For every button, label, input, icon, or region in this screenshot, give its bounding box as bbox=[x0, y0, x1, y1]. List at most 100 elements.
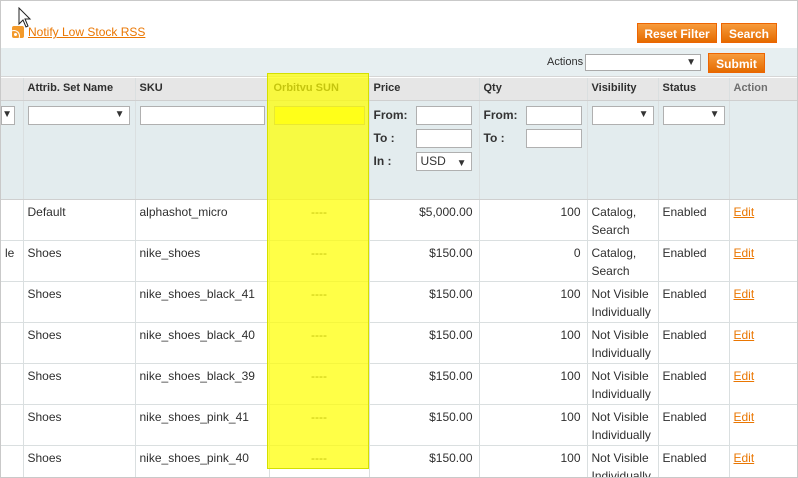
chevron-down-icon: ▼ bbox=[638, 108, 649, 120]
type-filter-select[interactable]: ▼ bbox=[1, 105, 15, 125]
table-row[interactable]: Shoes nike_shoes_black_39 ---- $150.00 1… bbox=[1, 363, 797, 405]
cell-visibility: Not Visible Individually bbox=[587, 404, 659, 446]
price-from-input[interactable] bbox=[415, 105, 472, 125]
cell-sku: nike_shoes_black_41 bbox=[135, 281, 270, 323]
chevron-down-icon: ▼ bbox=[686, 57, 696, 68]
cell-type bbox=[1, 199, 24, 241]
cell-action: Edit bbox=[729, 445, 797, 477]
cell-price: $150.00 bbox=[369, 281, 480, 323]
column-header-sku[interactable]: SKU bbox=[135, 78, 270, 101]
price-from-label: From: bbox=[373, 108, 408, 122]
cell-sku: nike_shoes_pink_40 bbox=[135, 445, 270, 477]
status-filter-select[interactable]: ▼ bbox=[662, 105, 725, 125]
cell-qty: 100 bbox=[479, 199, 588, 241]
table-row[interactable]: Shoes nike_shoes_pink_40 ---- $150.00 10… bbox=[1, 445, 797, 478]
currency-select[interactable]: USD ▼ bbox=[415, 151, 472, 171]
qty-from-input[interactable] bbox=[525, 105, 582, 125]
cell-visibility: Catalog, Search bbox=[587, 199, 659, 241]
cell-type bbox=[1, 445, 24, 477]
products-grid-table: Attrib. Set Name SKU Orbitvu SUN Price Q… bbox=[1, 78, 797, 478]
table-row[interactable]: Shoes nike_shoes_pink_41 ---- $150.00 10… bbox=[1, 404, 797, 446]
cell-price: $150.00 bbox=[369, 404, 480, 446]
qty-from-label: From: bbox=[483, 108, 518, 122]
cell-sku: alphashot_micro bbox=[135, 199, 270, 241]
chevron-down-icon: ▼ bbox=[709, 108, 720, 120]
cell-status: Enabled bbox=[658, 445, 730, 477]
price-from-row: From: bbox=[373, 105, 475, 125]
edit-link[interactable]: Edit bbox=[734, 205, 755, 219]
cell-attrib-set: Shoes bbox=[23, 445, 136, 477]
cell-type bbox=[1, 322, 24, 364]
attrib-set-filter-select[interactable]: ▼ bbox=[27, 105, 130, 125]
cell-status: Enabled bbox=[658, 199, 730, 241]
search-button[interactable]: Search bbox=[721, 23, 777, 43]
cell-attrib-set: Shoes bbox=[23, 404, 136, 446]
cell-visibility: Catalog, Search bbox=[587, 240, 659, 282]
cell-qty: 0 bbox=[479, 240, 588, 282]
rss-icon bbox=[12, 26, 24, 38]
cell-attrib-set: Shoes bbox=[23, 281, 136, 323]
column-header-price[interactable]: Price bbox=[369, 78, 480, 101]
cell-sku: nike_shoes_black_40 bbox=[135, 322, 270, 364]
column-header-qty[interactable]: Qty bbox=[479, 78, 588, 101]
cell-orbitvu: ---- bbox=[269, 445, 370, 477]
cell-attrib-set: Shoes bbox=[23, 240, 136, 282]
visibility-line2: Search bbox=[591, 222, 630, 237]
visibility-line2: Individually bbox=[591, 304, 651, 319]
cell-qty: 100 bbox=[479, 363, 588, 405]
qty-to-row: To : bbox=[484, 128, 583, 148]
chevron-down-icon: ▼ bbox=[456, 157, 467, 169]
visibility-line1: Not Visible bbox=[591, 286, 649, 301]
cell-action: Edit bbox=[729, 199, 797, 241]
cell-price: $150.00 bbox=[369, 240, 480, 282]
column-header-status[interactable]: Status bbox=[658, 78, 730, 101]
column-header-orbitvu[interactable]: Orbitvu SUN bbox=[269, 78, 370, 101]
column-header-type[interactable] bbox=[1, 78, 24, 101]
table-row[interactable]: le Shoes nike_shoes ---- $150.00 0 Catal… bbox=[1, 240, 797, 282]
edit-link[interactable]: Edit bbox=[734, 410, 755, 424]
edit-link[interactable]: Edit bbox=[734, 451, 755, 465]
cell-attrib-set: Shoes bbox=[23, 322, 136, 364]
cell-price: $150.00 bbox=[369, 445, 480, 477]
cell-sku: nike_shoes bbox=[135, 240, 270, 282]
table-row[interactable]: Default alphashot_micro ---- $5,000.00 1… bbox=[1, 199, 797, 241]
cell-action: Edit bbox=[729, 322, 797, 364]
cell-sku: nike_shoes_black_39 bbox=[135, 363, 270, 405]
visibility-filter-select[interactable]: ▼ bbox=[591, 105, 654, 125]
table-row[interactable]: Shoes nike_shoes_black_40 ---- $150.00 1… bbox=[1, 322, 797, 364]
submit-button[interactable]: Submit bbox=[708, 53, 765, 73]
column-header-action: Action bbox=[729, 78, 797, 101]
cell-qty: 100 bbox=[479, 322, 588, 364]
chevron-down-icon: ▼ bbox=[2, 108, 12, 120]
edit-link[interactable]: Edit bbox=[734, 287, 755, 301]
cell-price: $150.00 bbox=[369, 363, 480, 405]
cell-qty: 100 bbox=[479, 404, 588, 446]
notify-low-stock-rss-link[interactable]: Notify Low Stock RSS bbox=[12, 25, 145, 39]
actions-select[interactable]: ▼ bbox=[585, 54, 701, 71]
visibility-line2: Individually bbox=[591, 468, 651, 478]
edit-link[interactable]: Edit bbox=[734, 369, 755, 383]
visibility-line1: Not Visible bbox=[591, 368, 649, 383]
qty-to-input[interactable] bbox=[525, 128, 582, 148]
price-to-input[interactable] bbox=[415, 128, 472, 148]
cell-status: Enabled bbox=[658, 404, 730, 446]
cell-type bbox=[1, 404, 24, 446]
cell-type: le bbox=[1, 240, 24, 282]
table-row[interactable]: Shoes nike_shoes_black_41 ---- $150.00 1… bbox=[1, 281, 797, 323]
cell-orbitvu: ---- bbox=[269, 281, 370, 323]
cell-visibility: Not Visible Individually bbox=[587, 445, 659, 478]
reset-filter-button[interactable]: Reset Filter bbox=[637, 23, 717, 43]
visibility-line1: Not Visible bbox=[591, 327, 649, 342]
cell-orbitvu: ---- bbox=[269, 199, 370, 241]
visibility-line2: Individually bbox=[591, 427, 651, 442]
price-to-row: To : bbox=[374, 128, 475, 148]
cell-attrib-set: Shoes bbox=[23, 363, 136, 405]
sku-filter-input[interactable] bbox=[139, 105, 265, 125]
grid-filter-row: ▼ ▼ From: To : In: USD ▼ From: To: ▼ ▼ bbox=[1, 100, 797, 200]
column-header-attrib-set[interactable]: Attrib. Set Name bbox=[23, 78, 136, 101]
edit-link[interactable]: Edit bbox=[734, 328, 755, 342]
edit-link[interactable]: Edit bbox=[734, 246, 755, 260]
column-header-visibility[interactable]: Visibility bbox=[587, 78, 659, 101]
visibility-line1: Not Visible bbox=[591, 409, 649, 424]
orbitvu-filter-input[interactable] bbox=[273, 105, 365, 125]
